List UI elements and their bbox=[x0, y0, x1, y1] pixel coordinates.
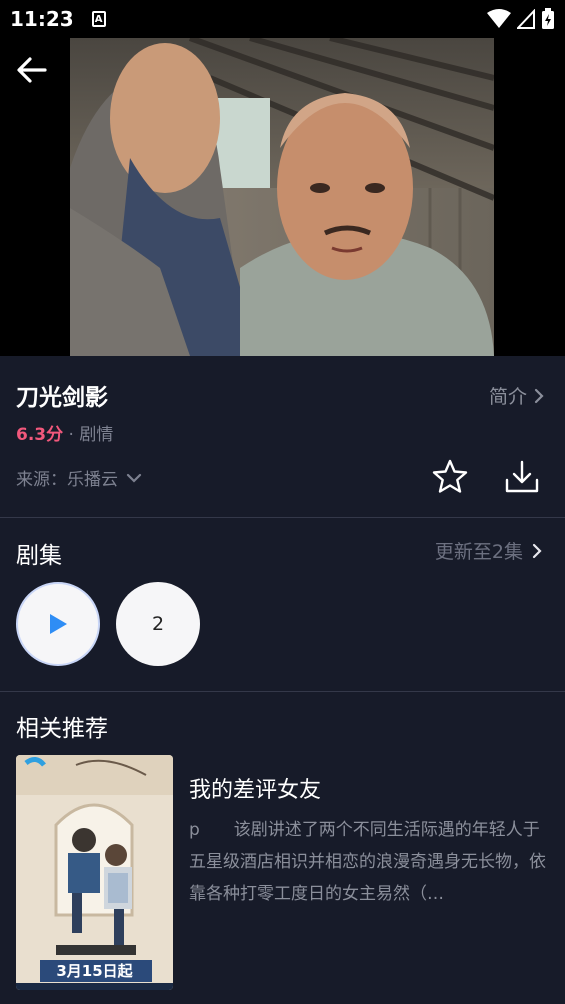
wifi-icon bbox=[487, 9, 511, 28]
notification-icon: A bbox=[91, 11, 106, 27]
battery-icon bbox=[542, 8, 554, 29]
episodes-update-label: 更新至2集 bbox=[434, 541, 523, 563]
arrow-left-icon bbox=[17, 57, 47, 83]
download-icon bbox=[505, 460, 539, 493]
recommend-poster[interactable]: 3月15日起 bbox=[16, 755, 173, 990]
poster-image bbox=[16, 755, 173, 990]
intro-label: 简介 bbox=[488, 386, 527, 408]
poster-date: 3月15日起 bbox=[56, 962, 133, 980]
status-icons bbox=[487, 8, 555, 30]
play-icon bbox=[50, 614, 67, 634]
divider bbox=[0, 517, 565, 518]
status-bar: 11:23 A bbox=[0, 0, 565, 38]
video-still-image bbox=[70, 38, 494, 356]
back-button[interactable] bbox=[14, 52, 50, 88]
video-player[interactable] bbox=[0, 38, 565, 356]
episodes-title: 剧集 bbox=[16, 543, 62, 569]
recommend-item-description: p 该剧讲述了两个不同生活际遇的年轻人于五星级酒店相识并相恋的浪漫奇遇身无长物，… bbox=[189, 820, 546, 904]
show-title: 刀光剑影 bbox=[16, 385, 108, 411]
star-icon bbox=[432, 459, 468, 493]
divider bbox=[0, 691, 565, 692]
recommend-title: 相关推荐 bbox=[16, 716, 108, 742]
chevron-down-icon bbox=[126, 473, 142, 483]
rating-score: 6.3分 bbox=[16, 425, 64, 445]
recommend-item-title[interactable]: 我的差评女友 bbox=[189, 772, 321, 804]
source-selector[interactable]: 来源：乐播云 bbox=[16, 465, 142, 490]
episode-button[interactable]: 2 bbox=[116, 582, 200, 666]
episodes-update-button[interactable]: 更新至2集 bbox=[435, 537, 543, 564]
genre-label: · 剧情 bbox=[68, 425, 114, 445]
rating-line: 6.3分 · 剧情 bbox=[16, 420, 113, 445]
chevron-right-icon bbox=[534, 388, 544, 403]
signal-icon bbox=[517, 9, 535, 29]
intro-button[interactable]: 简介 bbox=[489, 382, 545, 409]
status-time: 11:23 bbox=[10, 7, 74, 31]
download-button[interactable] bbox=[503, 458, 541, 496]
episode-play-button[interactable] bbox=[16, 582, 100, 666]
favorite-button[interactable] bbox=[431, 458, 469, 496]
source-label: 来源：乐播云 bbox=[16, 470, 118, 490]
video-frame[interactable] bbox=[70, 38, 494, 356]
chevron-right-icon bbox=[532, 543, 542, 558]
